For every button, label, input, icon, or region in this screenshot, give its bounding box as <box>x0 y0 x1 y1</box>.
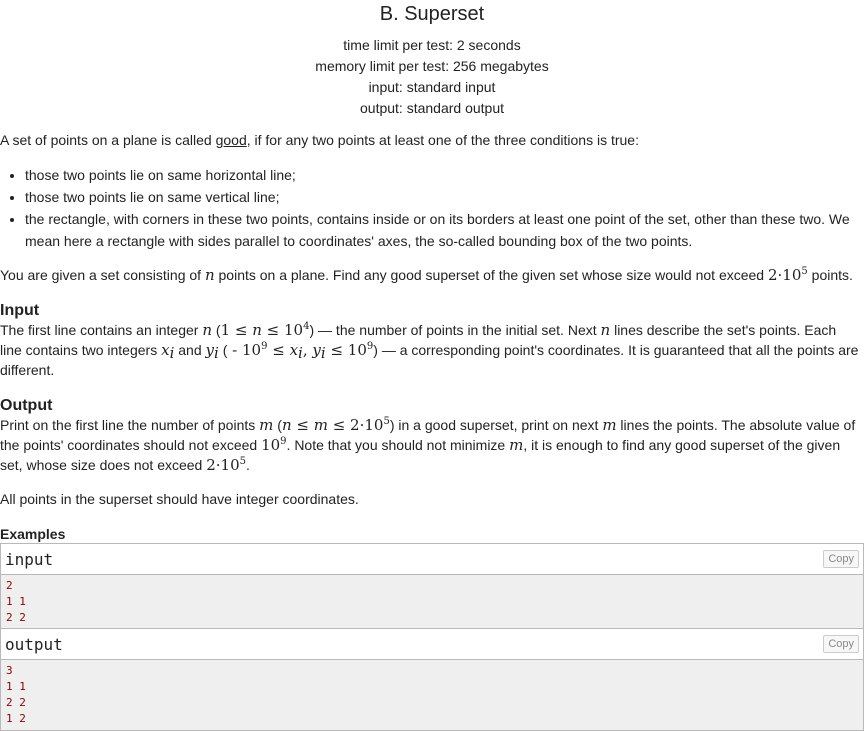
condition-item: those two points lie on same vertical li… <box>25 186 864 208</box>
problem-title: B. Superset <box>379 3 485 25</box>
memory-limit: memory limit per test: 256 megabytes <box>315 58 549 74</box>
code-line: 1 1 <box>6 595 26 608</box>
condition-item: the rectangle, with corners in these two… <box>25 208 864 252</box>
code-line: 2 2 <box>6 611 26 624</box>
example-input-header: input Copy <box>1 544 863 575</box>
statement-paragraph-1: A set of points on a plane is called goo… <box>0 132 639 148</box>
output-section: Output Print on the first line the numbe… <box>0 397 862 509</box>
code-line: 2 2 <box>6 696 26 709</box>
example-output-header: output Copy <box>1 629 863 660</box>
input-file: input: standard input <box>368 79 496 95</box>
example-input-box: input Copy 2 1 1 2 2 <box>0 543 864 630</box>
copy-input-button[interactable]: Copy <box>823 550 859 568</box>
output-description: Print on the first line the number of po… <box>0 416 856 474</box>
input-description: The first line contains an integer n (1 … <box>0 321 859 378</box>
examples-title: Examples <box>0 526 66 542</box>
code-line: 1 1 <box>6 680 26 693</box>
copy-output-button[interactable]: Copy <box>823 635 859 653</box>
example-input-label: input <box>5 550 54 569</box>
output-file: output: standard output <box>360 100 504 116</box>
output-section-title: Output <box>0 397 53 414</box>
example-output-content: 3 1 1 2 2 1 2 <box>1 660 863 730</box>
code-line: 3 <box>6 664 13 677</box>
example-output-label: output <box>5 635 63 654</box>
code-line: 2 <box>6 579 13 592</box>
code-line: 1 2 <box>6 712 26 725</box>
example-output-box: output Copy 3 1 1 2 2 1 2 <box>0 628 864 731</box>
time-limit: time limit per test: 2 seconds <box>343 37 521 53</box>
problem-statement: A set of points on a plane is called goo… <box>0 130 864 150</box>
output-integer-note: All points in the superset should have i… <box>0 491 359 507</box>
example-input-content: 2 1 1 2 2 <box>1 575 863 629</box>
condition-item: those two points lie on same horizontal … <box>25 164 864 186</box>
conditions-list: those two points lie on same horizontal … <box>0 164 864 252</box>
problem-header: B. Superset time limit per test: 2 secon… <box>0 0 864 119</box>
good-term: good <box>215 132 247 148</box>
statement-paragraph-2: You are given a set consisting of n poin… <box>0 266 853 284</box>
input-section-title: Input <box>0 302 40 319</box>
input-section: Input The first line contains an integer… <box>0 302 860 380</box>
